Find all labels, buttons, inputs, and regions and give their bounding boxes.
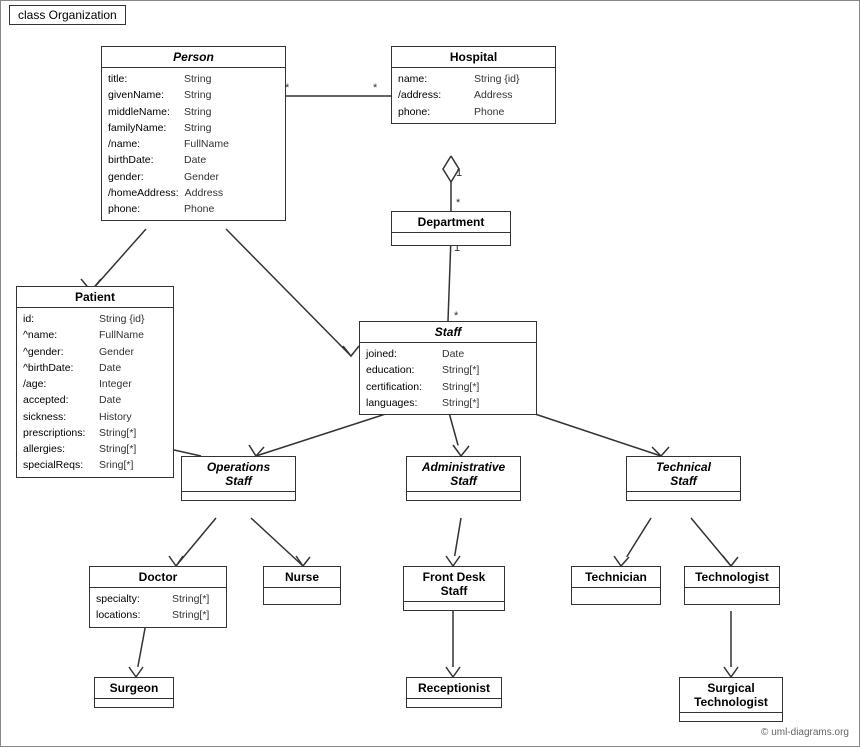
class-department-attrs [392,233,510,245]
class-operations-staff-name: OperationsStaff [182,457,295,492]
class-person: Person title:String givenName:String mid… [101,46,286,221]
class-doctor: Doctor specialty:String[*] locations:Str… [89,566,227,628]
svg-text:*: * [456,197,461,209]
class-patient-attrs: id:String {id} ^name:FullName ^gender:Ge… [17,308,173,477]
copyright: © uml-diagrams.org [761,727,849,738]
class-receptionist-name: Receptionist [407,678,501,699]
diagram-title: class Organization [9,5,126,25]
class-admin-staff-name: AdministrativeStaff [407,457,520,492]
class-admin-staff: AdministrativeStaff [406,456,521,501]
class-doctor-attrs: specialty:String[*] locations:String[*] [90,588,226,627]
class-department-name: Department [392,212,510,233]
class-patient-name: Patient [17,287,173,308]
class-technical-staff-name: TechnicalStaff [627,457,740,492]
class-person-attrs: title:String givenName:String middleName… [102,68,285,220]
class-patient: Patient id:String {id} ^name:FullName ^g… [16,286,174,478]
class-nurse: Nurse [263,566,341,605]
svg-text:1: 1 [456,167,462,179]
class-department: Department [391,211,511,246]
class-technician-name: Technician [572,567,660,588]
class-operations-staff: OperationsStaff [181,456,296,501]
class-staff-attrs: joined:Date education:String[*] certific… [360,343,536,414]
class-technical-staff: TechnicalStaff [626,456,741,501]
diagram-container: class Organization * * 1 * 1 * * [0,0,860,747]
class-surgeon-name: Surgeon [95,678,173,699]
class-person-name: Person [102,47,285,68]
class-surgeon: Surgeon [94,677,174,708]
class-surgical-technologist-name: SurgicalTechnologist [680,678,782,713]
class-technologist: Technologist [684,566,780,605]
class-technologist-name: Technologist [685,567,779,588]
class-doctor-name: Doctor [90,567,226,588]
class-hospital-name: Hospital [392,47,555,68]
svg-text:*: * [373,82,378,94]
class-staff-name: Staff [360,322,536,343]
class-receptionist: Receptionist [406,677,502,708]
class-nurse-name: Nurse [264,567,340,588]
class-hospital-attrs: name:String {id} /address:Address phone:… [392,68,555,123]
class-staff: Staff joined:Date education:String[*] ce… [359,321,537,415]
class-hospital: Hospital name:String {id} /address:Addre… [391,46,556,124]
class-surgical-technologist: SurgicalTechnologist [679,677,783,722]
class-technician: Technician [571,566,661,605]
class-front-desk: Front DeskStaff [403,566,505,611]
class-front-desk-name: Front DeskStaff [404,567,504,602]
